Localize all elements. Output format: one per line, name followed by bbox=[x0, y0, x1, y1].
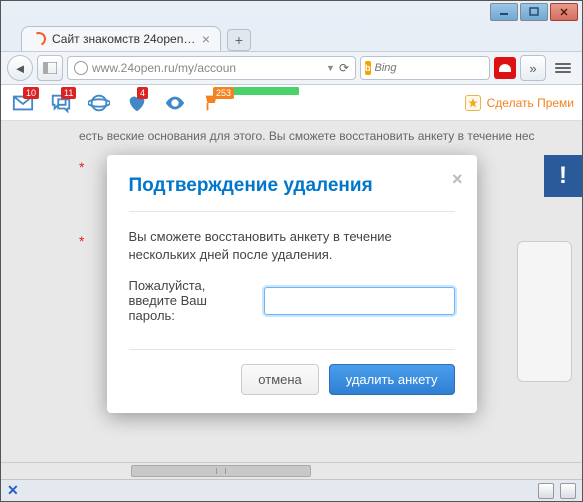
globe-icon bbox=[74, 61, 88, 75]
password-label: Пожалуйста, введите Ваш пароль: bbox=[129, 278, 254, 323]
status-icon[interactable] bbox=[538, 483, 554, 499]
new-tab-button[interactable]: + bbox=[227, 29, 251, 51]
scrollbar-thumb[interactable] bbox=[131, 465, 311, 477]
window-close-button[interactable] bbox=[550, 3, 578, 21]
address-bar[interactable]: ▼ ⟳ bbox=[67, 56, 356, 80]
window-minimize-button[interactable] bbox=[490, 3, 518, 21]
hamburger-menu-button[interactable] bbox=[550, 57, 576, 79]
site-favicon-icon bbox=[30, 30, 48, 48]
horizontal-scrollbar[interactable] bbox=[1, 462, 582, 479]
search-bar[interactable]: b 🔍 bbox=[360, 56, 490, 80]
nav-toolbar: ◄ ▼ ⟳ b 🔍 » bbox=[1, 51, 582, 85]
modal-overlay: × Подтверждение удаления Вы cможете восс… bbox=[1, 85, 582, 462]
browser-tab[interactable]: Сайт знакомств 24open.ru... × bbox=[21, 26, 221, 51]
page-content: 10 11 4 253 Сделать Преми bbox=[1, 85, 582, 462]
back-button[interactable]: ◄ bbox=[7, 55, 33, 81]
status-bar: ✕ bbox=[1, 479, 582, 501]
dialog-close-icon[interactable]: × bbox=[452, 169, 463, 190]
url-dropdown-icon[interactable]: ▼ bbox=[326, 63, 335, 73]
delete-button[interactable]: удалить анкету bbox=[329, 364, 455, 395]
url-input[interactable] bbox=[92, 61, 322, 75]
tab-close-icon[interactable]: × bbox=[202, 31, 210, 47]
divider bbox=[129, 211, 455, 212]
dialog-message: Вы cможете восстановить анкету в течение… bbox=[129, 228, 455, 264]
bing-icon: b bbox=[365, 61, 371, 75]
dialog-buttons: отмена удалить анкету bbox=[129, 349, 455, 395]
password-input[interactable] bbox=[264, 287, 455, 315]
tab-strip: Сайт знакомств 24open.ru... × + bbox=[1, 23, 582, 51]
gear-icon[interactable] bbox=[560, 483, 576, 499]
tab-title: Сайт знакомств 24open.ru... bbox=[52, 32, 196, 46]
password-row: Пожалуйста, введите Ваш пароль: bbox=[129, 278, 455, 323]
window-titlebar bbox=[1, 1, 582, 23]
browser-window: Сайт знакомств 24open.ru... × + ◄ ▼ ⟳ b … bbox=[0, 0, 583, 502]
addon-close-icon[interactable]: ✕ bbox=[7, 482, 19, 499]
cancel-button[interactable]: отмена bbox=[241, 364, 318, 395]
sidebar-toggle-button[interactable] bbox=[37, 55, 63, 81]
window-maximize-button[interactable] bbox=[520, 3, 548, 21]
dialog-title: Подтверждение удаления bbox=[129, 175, 455, 197]
reload-icon[interactable]: ⟳ bbox=[339, 61, 349, 75]
downloads-button[interactable]: » bbox=[520, 55, 546, 81]
confirm-delete-dialog: × Подтверждение удаления Вы cможете восс… bbox=[107, 155, 477, 413]
avira-extension-icon[interactable] bbox=[494, 57, 516, 79]
